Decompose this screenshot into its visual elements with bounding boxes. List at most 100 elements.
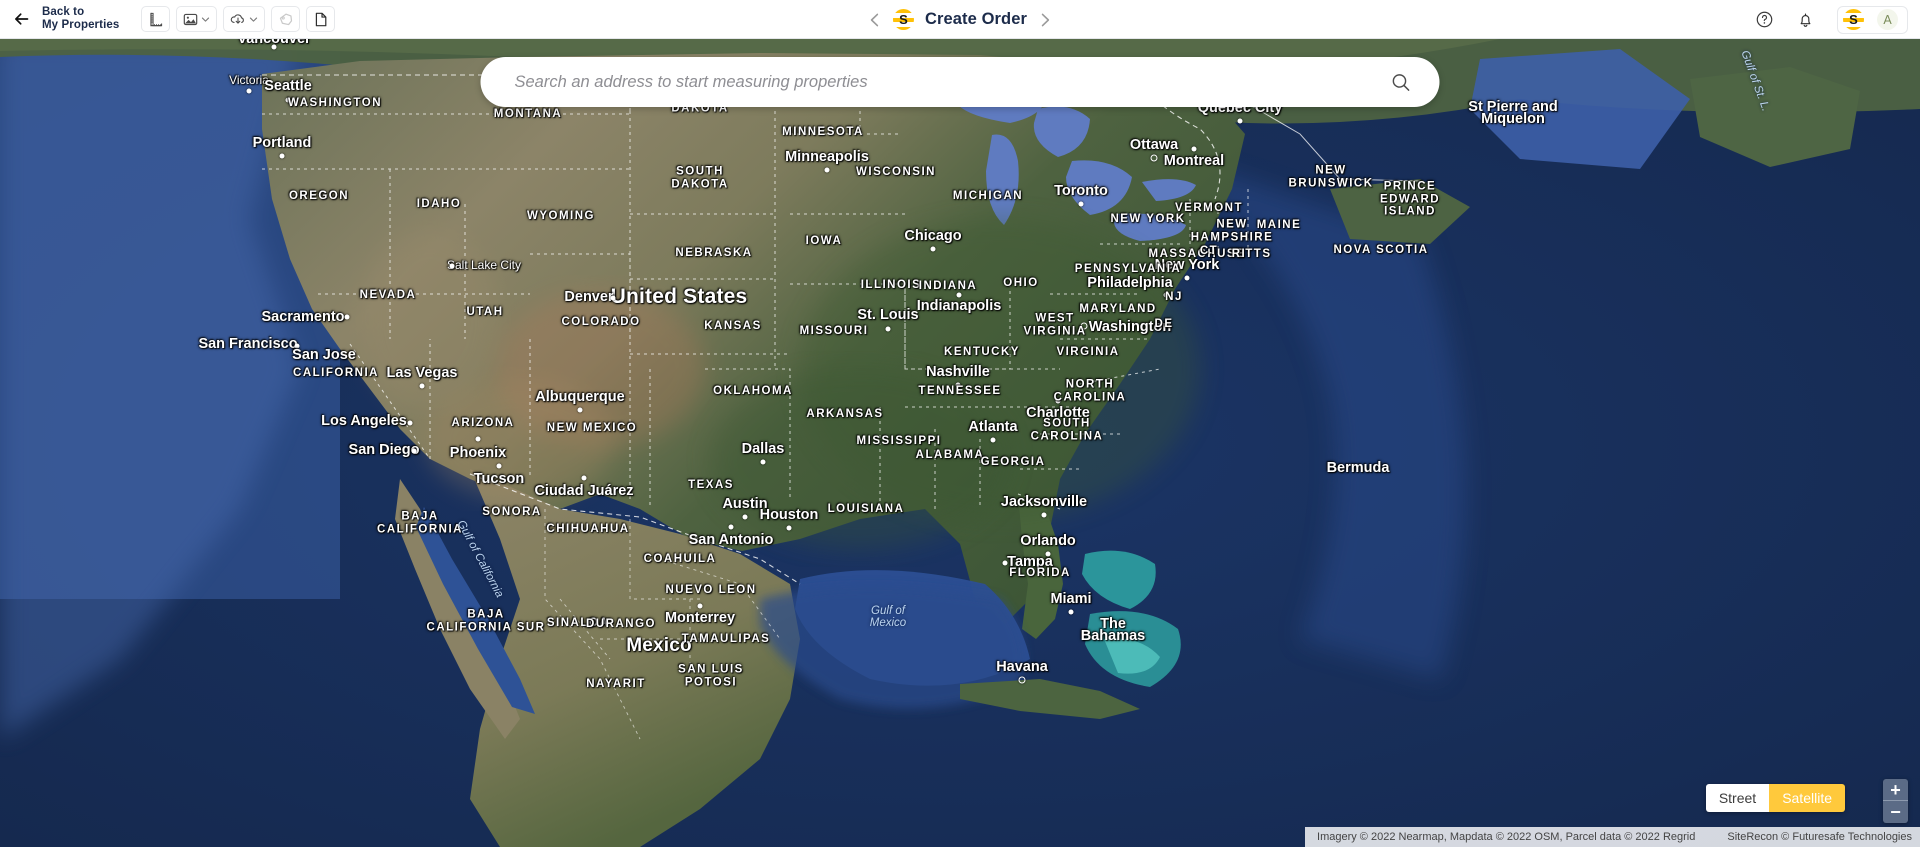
map-city-dot [279,153,285,159]
map-label-city: Tampa [1007,554,1053,570]
map-canvas[interactable]: United States Mexico Vancouver Victoria Seat… [0,39,1920,847]
map-label-city: Toronto [1054,183,1108,199]
map-city-dot [1080,322,1088,330]
map-label-city: St. Louis [857,307,919,323]
map-label-state: MISSISSIPPI [856,434,942,447]
map-label-state: SOUTH CAROLINA [1030,417,1104,443]
map-label-city: Orlando [1020,533,1076,549]
map-label-city: Ottawa [1129,137,1179,153]
map-label-city: San Francisco [198,336,298,352]
map-label-city: Las Vegas [386,365,458,381]
map-label-state: NJ [1165,290,1183,303]
map-city-dot [1078,201,1084,207]
address-search-bar[interactable] [480,57,1440,107]
map-city-dot [1045,551,1051,557]
basemap-option-street[interactable]: Street [1705,784,1770,812]
map-label-state: WISCONSIN [856,165,936,178]
map-label-city: San Diego [348,442,420,458]
map-city-dot [294,343,300,349]
map-city-dot [1055,398,1061,404]
map-label-city: The [1100,616,1126,632]
map-city-dot [419,383,425,389]
map-city-dot [1002,560,1008,566]
map-label-city: Tucson [473,471,525,487]
chevron-down-icon [249,15,258,24]
map-label-city: Dallas [741,441,785,457]
map-label-state: BAJA CALIFORNIA [377,510,463,536]
map-city-dot [1237,118,1243,124]
basemap-option-satellite[interactable]: Satellite [1769,784,1845,812]
map-label-state: TENNESSEE [918,384,1002,397]
map-label-state: NEW MEXICO [546,421,638,434]
back-to-my-properties-button[interactable]: Back to My Properties [11,6,119,33]
cloud-upload-icon [230,12,246,27]
map-label-city: Indianapolis [916,298,1002,314]
map-label-state: NEW HAMPSHIRE [1190,218,1274,244]
account-brand-letter: S [1849,12,1858,27]
map-label-city: Nashville [926,364,990,380]
bell-icon[interactable] [1796,10,1815,29]
map-label-state: NAYARIT [586,677,646,690]
map-label-city: Victoria [229,73,269,87]
map-label-state: MONTANA [493,107,563,120]
zoom-in-button[interactable]: + [1883,779,1908,801]
map-label-state: SOUTH DAKOTA [671,165,729,191]
map-label-state: CALIFORNIA [293,366,379,379]
file-icon [314,12,328,27]
map-labels-layer: United States Mexico Vancouver Victoria Seat… [0,39,1920,847]
next-order-button[interactable] [1038,12,1052,28]
map-label-state: KANSAS [704,319,762,332]
map-label-state: ARIZONA [451,416,515,429]
map-label-state: WEST VIRGINIA [1023,312,1087,338]
map-label-state: ILLINOIS [860,278,922,291]
search-input[interactable] [480,72,1391,92]
account-menu-button[interactable]: S A [1837,5,1908,34]
import-tool-button[interactable] [223,6,266,32]
page-title: Create Order [924,10,1028,28]
map-attribution: Imagery © 2022 Nearmap, Mapdata © 2022 O… [1305,827,1920,847]
avatar: A [1877,9,1898,30]
map-city-dot [577,407,583,413]
map-label-state: NEBRASKA [675,246,753,259]
search-icon[interactable] [1391,72,1412,93]
map-label-state: NORTH CAROLINA [1053,378,1127,404]
measure-tool-button[interactable] [141,6,171,32]
map-label-state: LOUISIANA [827,502,905,515]
map-label-state: COLORADO [561,315,641,328]
imagery-tool-button[interactable] [176,6,218,32]
map-label-state: MAINE [1256,218,1302,231]
map-label-state: DURANGO [586,617,656,630]
map-label-city: Miami [1050,591,1092,607]
siterecon-logo-icon: S [892,9,914,30]
map-label-city: Montreal [1163,153,1225,169]
map-city-dot [610,295,616,301]
map-city-dot [1163,292,1169,298]
order-title-bar: S Create Order [868,0,1052,39]
basemap-toggle[interactable]: Street Satellite [1705,784,1845,812]
map-label-state: ARKANSAS [806,407,884,420]
map-label-city: Austin [722,496,768,512]
map-label-city: Minneapolis [785,149,869,165]
map-label-city: San Antonio [688,532,774,548]
document-tool-button[interactable] [306,6,336,32]
help-circle-icon[interactable] [1755,10,1774,29]
zoom-out-button[interactable]: − [1883,801,1908,823]
map-label-state: NEW YORK [1110,212,1186,225]
previous-order-button[interactable] [868,12,882,28]
map-city-dot [824,167,830,173]
map-label-city: Houston [759,507,819,523]
siterecon-logo-icon: S [1843,9,1864,30]
map-label-city: Bahamas [1080,628,1146,644]
map-label-city: Salt Lake City [446,258,522,272]
map-label-city: Chicago [904,228,962,244]
map-label-state: OREGON [288,189,350,202]
map-label-city: Ciudad Juárez [534,483,634,499]
map-tools-group [141,6,336,32]
map-label-country: United States [610,285,748,308]
tag-tool-button[interactable] [271,6,301,32]
brand-attribution: SiteRecon © Futuresafe Technologies [1727,831,1912,843]
map-label-state: MINNESOTA [782,125,864,138]
map-label-state: OHIO [1003,276,1039,289]
map-label-state: INDIANA [918,279,978,292]
map-label-city: Los Angeles [321,413,407,429]
